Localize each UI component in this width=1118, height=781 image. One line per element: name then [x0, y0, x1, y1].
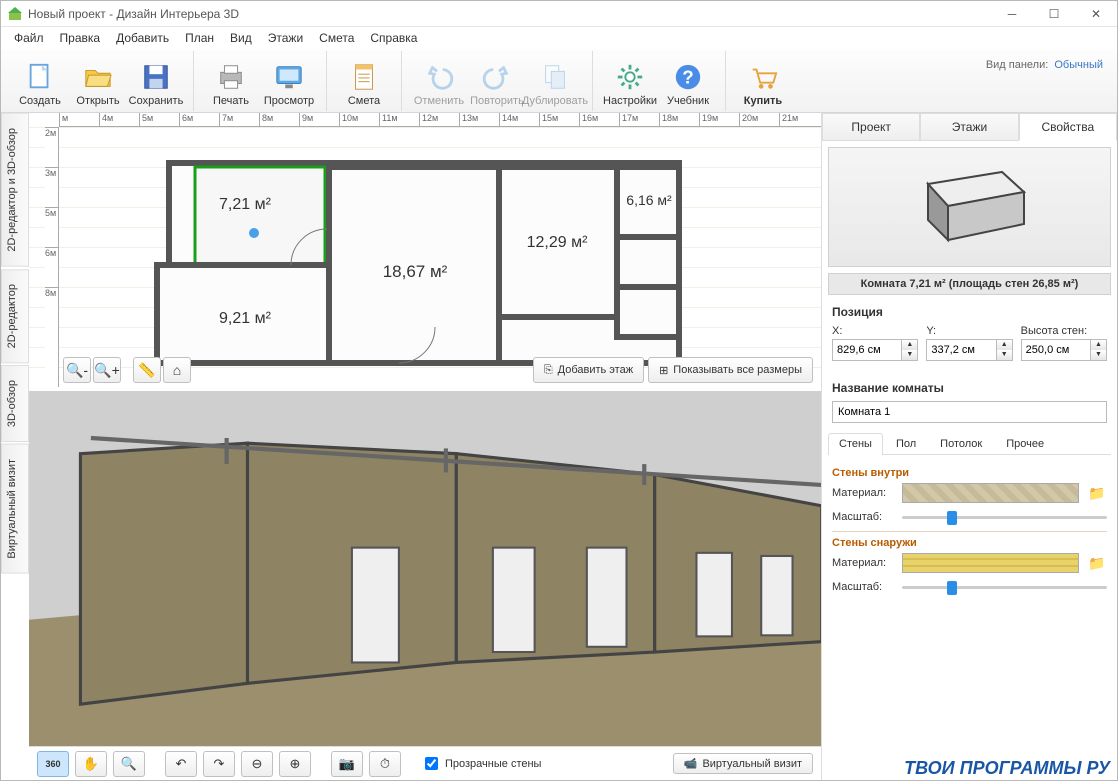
out-material-browse[interactable]: 📁 — [1087, 554, 1107, 572]
camera-icon: 📹 — [684, 757, 698, 770]
zoom-button[interactable]: 🔍 — [113, 751, 145, 777]
room-preview-3d — [828, 147, 1111, 267]
floor-plan[interactable]: 7,21 м² 6,16 м² 12,29 м² 18,67 м² 9,21 м… — [59, 127, 799, 387]
view3d-toolbar: 360 ✋ 🔍 ↶ ↷ ⊖ ⊕ 📷 ⏱ Прозрачные стены 📹Ви… — [29, 746, 821, 780]
virtual-visit-button[interactable]: 📹Виртуальный визит — [673, 753, 813, 774]
svg-text:18,67 м²: 18,67 м² — [383, 262, 448, 281]
create-button[interactable]: Создать — [11, 53, 69, 111]
tab-virtual[interactable]: Виртуальный визит — [1, 444, 29, 574]
panel-mode: Вид панели: Обычный — [986, 59, 1111, 71]
in-material-browse[interactable]: 📁 — [1087, 484, 1107, 502]
settings-button[interactable]: Настройки — [601, 53, 659, 111]
duplicate-button[interactable]: Дублировать — [526, 53, 584, 111]
svg-text:?: ? — [682, 66, 693, 87]
orbit-360-button[interactable]: 360 — [37, 751, 69, 777]
pan-button[interactable]: ✋ — [75, 751, 107, 777]
show-dimensions-button[interactable]: ⊞Показывать все размеры — [648, 357, 813, 383]
plan-2d-view[interactable]: м4м5м6м7м8м9м10м11м12м13м14м15м16м17м18м… — [29, 113, 821, 391]
dimensions-icon: ⊞ — [659, 364, 668, 377]
view-3d[interactable] — [29, 391, 821, 746]
print-button[interactable]: Печать — [202, 53, 260, 111]
plan-zoom-tools: 🔍- 🔍+ 📏 ⌂ — [63, 357, 191, 383]
tab-2d[interactable]: 2D-редактор — [1, 269, 29, 363]
maximize-button[interactable]: ☐ — [1033, 1, 1075, 27]
subtab-walls[interactable]: Стены — [828, 433, 883, 455]
ruler-vertical: 2м3м5м6м8м — [45, 127, 59, 387]
zoom-out-button[interactable]: 🔍- — [63, 357, 91, 383]
menu-file[interactable]: Файл — [7, 29, 51, 47]
out-material-swatch[interactable] — [902, 553, 1079, 573]
out-scale-slider[interactable] — [902, 579, 1107, 595]
tab-project[interactable]: Проект — [822, 113, 920, 141]
timer-button[interactable]: ⏱ — [369, 751, 401, 777]
subtab-ceiling[interactable]: Потолок — [929, 433, 993, 454]
menu-edit[interactable]: Правка — [53, 29, 108, 47]
walls-inside-title: Стены внутри — [832, 467, 1107, 479]
zoom-out-3d-button[interactable]: ⊖ — [241, 751, 273, 777]
measure-button[interactable]: 📏 — [133, 357, 161, 383]
walls-outside-title: Стены снаружи — [832, 531, 1107, 549]
svg-text:12,29 м²: 12,29 м² — [527, 234, 588, 251]
rotate-cw-button[interactable]: ↷ — [203, 751, 235, 777]
toolbar: Создать Открыть Сохранить Печать Просмот… — [1, 49, 1117, 113]
tab-3d[interactable]: 3D-обзор — [1, 365, 29, 442]
svg-text:7,21 м²: 7,21 м² — [219, 196, 272, 213]
buy-button[interactable]: Купить — [734, 53, 792, 111]
room-info-label: Комната 7,21 м² (площадь стен 26,85 м²) — [828, 273, 1111, 295]
in-scale-slider[interactable] — [902, 509, 1107, 525]
rotate-ccw-button[interactable]: ↶ — [165, 751, 197, 777]
open-button[interactable]: Открыть — [69, 53, 127, 111]
menu-view[interactable]: Вид — [223, 29, 259, 47]
save-button[interactable]: Сохранить — [127, 53, 185, 111]
tab-properties[interactable]: Свойства — [1019, 113, 1117, 141]
undo-button[interactable]: Отменить — [410, 53, 468, 111]
add-floor-icon: ⎘ — [544, 364, 553, 377]
titlebar: Новый проект - Дизайн Интерьера 3D ─ ☐ ✕ — [1, 1, 1117, 27]
menu-floors[interactable]: Этажи — [261, 29, 310, 47]
ruler-horizontal: м4м5м6м7м8м9м10м11м12м13м14м15м16м17м18м… — [59, 113, 821, 127]
room-name-title: Название комнаты — [832, 381, 1107, 395]
subtab-other[interactable]: Прочее — [995, 433, 1055, 454]
tab-floors[interactable]: Этажи — [920, 113, 1018, 141]
screenshot-button[interactable]: 📷 — [331, 751, 363, 777]
menu-estimate[interactable]: Смета — [312, 29, 361, 47]
close-button[interactable]: ✕ — [1075, 1, 1117, 27]
home-button[interactable]: ⌂ — [163, 357, 191, 383]
menu-plan[interactable]: План — [178, 29, 221, 47]
room-name-input[interactable] — [832, 401, 1107, 423]
properties-panel: Проект Этажи Свойства Комната 7,21 м² (п… — [821, 113, 1117, 780]
position-y-input[interactable]: ▲▼ — [926, 339, 1012, 361]
watermark: ТВОИ ПРОГРАММЫ РУ — [904, 758, 1110, 779]
minimize-button[interactable]: ─ — [991, 1, 1033, 27]
estimate-button[interactable]: Смета — [335, 53, 393, 111]
zoom-in-button[interactable]: 🔍+ — [93, 357, 121, 383]
add-floor-button[interactable]: ⎘Добавить этаж — [533, 357, 644, 383]
subtab-floor[interactable]: Пол — [885, 433, 927, 454]
svg-text:9,21 м²: 9,21 м² — [219, 310, 272, 327]
wall-height-input[interactable]: ▲▼ — [1021, 339, 1107, 361]
tab-2d-3d[interactable]: 2D-редактор и 3D-обзор — [1, 113, 29, 267]
app-icon — [7, 6, 23, 22]
in-material-swatch[interactable] — [902, 483, 1079, 503]
help-button[interactable]: ?Учебник — [659, 53, 717, 111]
menu-help[interactable]: Справка — [363, 29, 424, 47]
zoom-in-3d-button[interactable]: ⊕ — [279, 751, 311, 777]
menu-add[interactable]: Добавить — [109, 29, 176, 47]
preview-button[interactable]: Просмотр — [260, 53, 318, 111]
window-title: Новый проект - Дизайн Интерьера 3D — [28, 7, 991, 21]
position-title: Позиция — [832, 305, 1107, 319]
position-x-input[interactable]: ▲▼ — [832, 339, 918, 361]
menubar: Файл Правка Добавить План Вид Этажи Смет… — [1, 27, 1117, 49]
transparent-walls-checkbox[interactable]: Прозрачные стены — [421, 754, 541, 773]
panel-mode-link[interactable]: Обычный — [1054, 59, 1103, 71]
redo-button[interactable]: Повторить — [468, 53, 526, 111]
svg-text:6,16 м²: 6,16 м² — [626, 192, 672, 208]
side-tabs: 2D-редактор и 3D-обзор 2D-редактор 3D-об… — [1, 113, 29, 780]
